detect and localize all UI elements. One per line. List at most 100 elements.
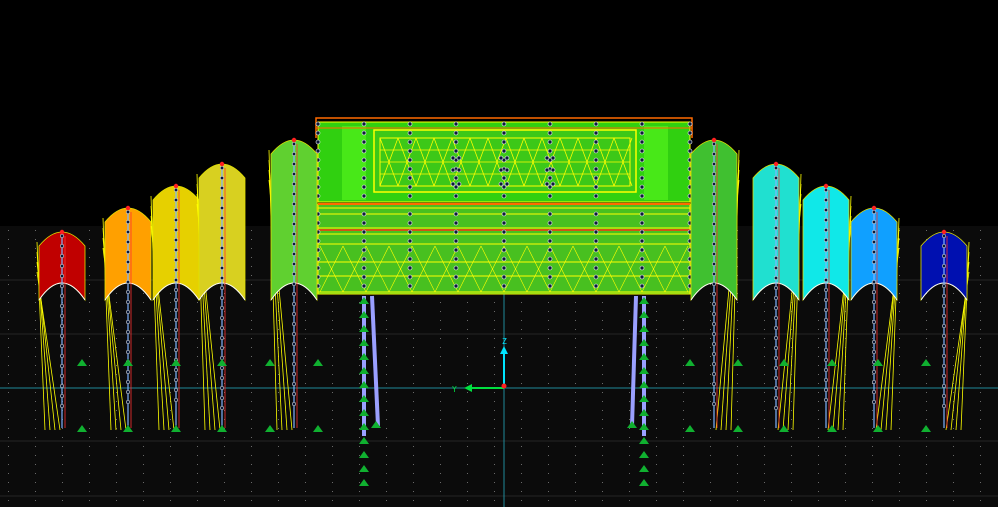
mast-node [823, 337, 829, 343]
structure-node [544, 181, 550, 187]
grid-dot [278, 428, 279, 429]
grid-dot [521, 500, 522, 501]
grid-dot [629, 464, 630, 465]
grid-dot [332, 428, 333, 429]
grid-dot [764, 374, 765, 375]
grid-dot [35, 482, 36, 483]
grid-dot [737, 446, 738, 447]
structure-node [361, 193, 367, 199]
mast-node [173, 387, 179, 393]
grid-dot [953, 473, 954, 474]
grid-dot [575, 419, 576, 420]
mast-node [711, 311, 717, 317]
grid-dot [305, 401, 306, 402]
grid-dot [872, 464, 873, 465]
grid-dot [386, 329, 387, 330]
grid-dot [953, 392, 954, 393]
grid-dot [197, 482, 198, 483]
grid-dot [521, 329, 522, 330]
grid-dot [521, 311, 522, 312]
mast-node [291, 151, 297, 157]
mast-top-node [291, 137, 297, 143]
grid-dot [953, 311, 954, 312]
grid-dot [251, 230, 252, 231]
mast-node [173, 187, 179, 193]
mast-node [59, 333, 65, 339]
mast-node [291, 221, 297, 227]
grid-dot [62, 482, 63, 483]
grid-dot [89, 329, 90, 330]
mast-node [711, 371, 717, 377]
grid-dot [791, 473, 792, 474]
grid-dot [953, 356, 954, 357]
grid-dot [62, 464, 63, 465]
grid-dot [818, 374, 819, 375]
grid-dot [413, 311, 414, 312]
grid-dot [35, 383, 36, 384]
grid-dot [440, 383, 441, 384]
grid-dot [980, 491, 981, 492]
grid-dot [251, 419, 252, 420]
grid-dot [89, 311, 90, 312]
grid-dot [8, 428, 9, 429]
grid-dot [440, 419, 441, 420]
grid-dot [332, 347, 333, 348]
grid-dot [602, 392, 603, 393]
mast-node [823, 307, 829, 313]
grid-dot [629, 446, 630, 447]
structure-node [501, 139, 507, 145]
structure-scene[interactable]: Z Y [0, 0, 998, 507]
grid-dot [8, 248, 9, 249]
mast-node [773, 195, 779, 201]
grid-dot [683, 491, 684, 492]
grid-dot [467, 482, 468, 483]
grid-dot [305, 410, 306, 411]
mast-node [871, 259, 877, 265]
grid-dot [143, 491, 144, 492]
grid-dot [899, 356, 900, 357]
upper-deck-panel [342, 126, 366, 200]
grid-dot [980, 329, 981, 330]
mast-node [219, 235, 225, 241]
grid-dot [872, 356, 873, 357]
mast-node [711, 291, 717, 297]
grid-dot [602, 419, 603, 420]
grid-dot [332, 401, 333, 402]
grid-dot [8, 311, 9, 312]
grid-dot [8, 482, 9, 483]
grid-dot [251, 473, 252, 474]
grid-dot [791, 329, 792, 330]
grid-dot [737, 455, 738, 456]
grid-dot [305, 329, 306, 330]
grid-dot [197, 320, 198, 321]
grid-dot [575, 401, 576, 402]
grid-dot [548, 410, 549, 411]
grid-dot [170, 383, 171, 384]
grid-dot [548, 320, 549, 321]
grid-dot [386, 500, 387, 501]
grid-dot [980, 338, 981, 339]
grid-dot [116, 311, 117, 312]
3d-viewport[interactable]: Z Y [0, 0, 998, 507]
grid-dot [656, 455, 657, 456]
grid-dot [926, 455, 927, 456]
grid-dot [602, 302, 603, 303]
mast-node [59, 403, 65, 409]
grid-dot [89, 266, 90, 267]
grid-dot [737, 356, 738, 357]
grid-dot [899, 446, 900, 447]
structure-node [501, 220, 507, 226]
structure-node [501, 238, 507, 244]
structure-node [547, 274, 553, 280]
grid-dot [710, 473, 711, 474]
grid-dot [656, 329, 657, 330]
mast-node [941, 303, 947, 309]
grid-dot [467, 491, 468, 492]
mast-node [871, 329, 877, 335]
mast-node [59, 343, 65, 349]
grid-dot [89, 230, 90, 231]
grid-dot [359, 374, 360, 375]
grid-dot [278, 437, 279, 438]
grid-dot [8, 464, 9, 465]
grid-dot [305, 419, 306, 420]
